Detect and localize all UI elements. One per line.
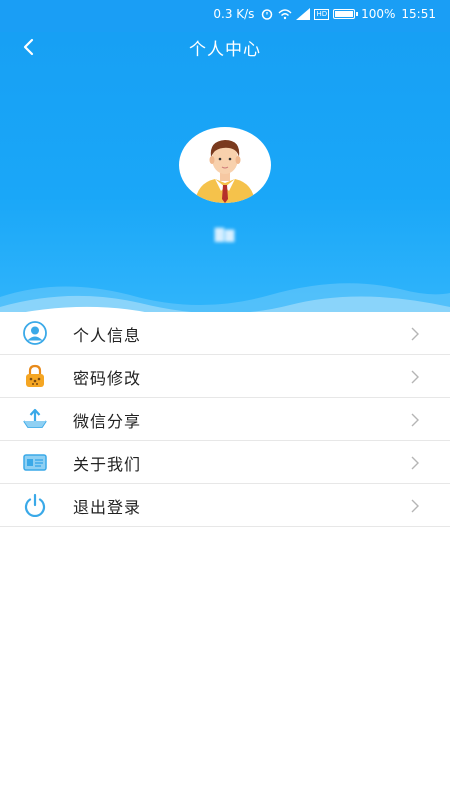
page-title: 个人中心 [189, 40, 261, 60]
menu-item-label: 个人信息 [73, 326, 142, 345]
chevron-right-icon [411, 456, 419, 470]
menu-item-profile-info[interactable]: 个人信息 [0, 312, 450, 355]
lock-icon [26, 364, 44, 387]
avatar[interactable] [179, 127, 271, 203]
settings-menu: 个人信息 密码修改 微信分享 关于我们 退出登录 [0, 312, 450, 527]
person-icon [23, 321, 47, 345]
power-icon [24, 493, 46, 517]
user-avatar-icon [195, 140, 255, 203]
status-bar: 0.3 K/s HD 100% 15:51 [0, 0, 450, 32]
menu-item-label: 关于我们 [73, 455, 142, 474]
menu-item-label: 密码修改 [73, 369, 142, 388]
menu-item-change-password[interactable]: 密码修改 [0, 355, 450, 398]
wifi-icon [278, 9, 292, 20]
chevron-right-icon [411, 499, 419, 513]
menu-item-wechat-share[interactable]: 微信分享 [0, 398, 450, 441]
username: █▇ [214, 228, 236, 242]
id-card-icon [23, 454, 47, 471]
battery-percent: 100% [361, 7, 396, 21]
nav-bar: 个人中心 [0, 32, 450, 60]
status-right: 0.3 K/s HD 100% 15:51 [213, 7, 436, 21]
chevron-right-icon [411, 370, 419, 384]
profile-header: 个人中心 █▇ [0, 32, 450, 342]
chevron-right-icon [411, 413, 419, 427]
chevron-right-icon [411, 327, 419, 341]
hd-badge: HD [314, 8, 330, 20]
menu-item-label: 退出登录 [73, 498, 142, 517]
menu-item-label: 微信分享 [73, 412, 142, 431]
signal-icon [296, 8, 311, 20]
network-speed: 0.3 K/s [213, 7, 255, 21]
menu-item-logout[interactable]: 退出登录 [0, 484, 450, 527]
alarm-icon [262, 9, 273, 20]
share-icon [23, 408, 47, 428]
menu-item-about-us[interactable]: 关于我们 [0, 441, 450, 484]
battery-icon [333, 9, 359, 19]
status-icons: HD [260, 8, 359, 20]
battery-fill [335, 11, 354, 17]
clock: 15:51 [401, 7, 436, 21]
